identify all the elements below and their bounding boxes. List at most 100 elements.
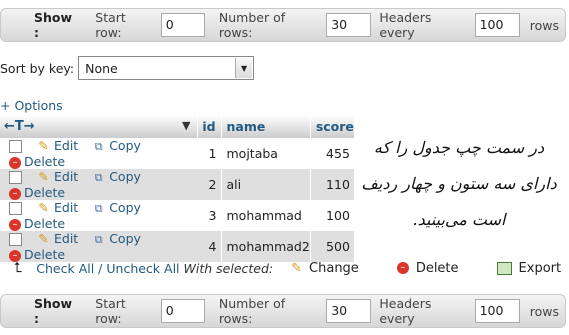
cell-score: 455 [310, 138, 355, 169]
row-actions: ✎ Edit ⧉ Copy – Delete [0, 200, 197, 231]
table-row: ✎ Edit ⧉ Copy – Delete 3 mohammad 100 [0, 200, 355, 231]
rows-suffix-label: rows [529, 303, 560, 319]
pencil-icon: ✎ [38, 200, 49, 215]
pencil-icon: ✎ [38, 169, 49, 184]
export-label: Export [518, 260, 562, 276]
check-all-link[interactable]: Check All [36, 261, 94, 276]
persian-annotation: در سمت چپ جدول را که دارای سه ستون و چها… [353, 130, 565, 238]
edit-link[interactable]: ✎ Edit [36, 169, 78, 184]
cell-name: mojtaba [221, 138, 311, 169]
table-row: ✎ Edit ⧉ Copy – Delete 1 mojtaba 455 [0, 138, 355, 169]
start-row-input[interactable]: 0 [160, 13, 205, 37]
row-checkbox[interactable] [9, 202, 22, 215]
annotation-line-1: در سمت چپ جدول را که [373, 138, 545, 157]
annotation-line-3: است می‌بینید. [412, 210, 506, 229]
cell-id: 3 [197, 200, 222, 231]
copy-link[interactable]: ⧉ Copy [91, 169, 141, 184]
headers-every-input[interactable]: 100 [474, 13, 520, 37]
column-arrows-header: ←T→ ▼ [0, 115, 198, 138]
copy-icon: ⧉ [94, 171, 103, 184]
cell-score: 110 [310, 169, 355, 200]
change-label: Change [309, 260, 359, 276]
rows-label: Number of rows: [218, 296, 286, 326]
rows-label: Number of rows: [218, 10, 286, 40]
cell-score: 100 [310, 200, 355, 231]
annotation-line-2: دارای سه ستون و چهار ردیف [361, 174, 557, 193]
cell-name: mohammad2 [221, 231, 311, 262]
copy-link[interactable]: ⧉ Copy [91, 138, 141, 153]
cell-score: 500 [310, 231, 355, 262]
copy-label: Copy [109, 138, 141, 153]
copy-icon: ⧉ [94, 202, 103, 215]
copy-label: Copy [109, 169, 141, 184]
edit-label: Edit [53, 200, 79, 215]
headers-every-label: Headers every [379, 10, 432, 40]
delete-link[interactable]: – Delete [9, 216, 65, 231]
copy-link[interactable]: ⧉ Copy [91, 200, 141, 215]
pencil-icon: ✎ [38, 231, 49, 246]
delete-icon: – [9, 187, 21, 200]
table-row: ✎ Edit ⧉ Copy – Delete 2 ali 110 [0, 169, 355, 200]
export-button[interactable]: Export [496, 260, 562, 276]
delete-label: Delete [24, 185, 66, 200]
cell-name: mohammad [221, 200, 311, 231]
row-checkbox[interactable] [9, 171, 22, 184]
edit-link[interactable]: ✎ Edit [36, 200, 78, 215]
with-selected-label: With selected: [183, 260, 274, 276]
show-label: Show : [34, 10, 73, 40]
sort-by-key-select[interactable]: None ▼ [78, 56, 255, 80]
copy-label: Copy [109, 231, 141, 246]
edit-label: Edit [53, 231, 79, 246]
delete-label: Delete [24, 154, 66, 169]
row-actions: ✎ Edit ⧉ Copy – Delete [0, 231, 197, 262]
edit-link[interactable]: ✎ Edit [36, 231, 78, 246]
copy-icon: ⧉ [94, 140, 103, 153]
header-score[interactable]: score [310, 115, 355, 138]
row-actions: ✎ Edit ⧉ Copy – Delete [0, 169, 197, 200]
change-button[interactable]: ✎ Change [291, 261, 359, 276]
sort-by-key-label: Sort by key: [0, 60, 75, 76]
bulk-delete-label: Delete [415, 260, 459, 276]
show-label: Show : [34, 296, 73, 326]
sort-by-key-row: Sort by key: None ▼ [0, 56, 255, 80]
bulk-delete-button[interactable]: – Delete [396, 260, 459, 276]
rows-suffix-label: rows [529, 17, 560, 33]
edit-label: Edit [53, 138, 79, 153]
headers-every-input[interactable]: 100 [474, 299, 520, 323]
header-dropdown-icon[interactable]: ▼ [182, 119, 190, 132]
header-id[interactable]: id [197, 115, 222, 138]
headers-every-label: Headers every [379, 296, 432, 326]
number-of-rows-input[interactable]: 30 [326, 299, 372, 323]
edit-link[interactable]: ✎ Edit [36, 138, 78, 153]
delete-link[interactable]: – Delete [9, 185, 65, 200]
copy-label: Copy [109, 200, 141, 215]
delete-label: Delete [24, 216, 66, 231]
edit-label: Edit [53, 169, 79, 184]
pencil-icon: ✎ [38, 138, 49, 153]
delete-link[interactable]: – Delete [9, 154, 65, 169]
row-checkbox[interactable] [9, 140, 22, 153]
table-header-row: ←T→ ▼ id name score [0, 115, 355, 138]
dropdown-arrow-icon[interactable]: ▼ [235, 58, 253, 78]
sort-by-key-value: None [85, 60, 118, 76]
header-name[interactable]: name [221, 115, 311, 138]
bottom-navigation-bar: Show : Start row: 0 Number of rows: 30 H… [0, 294, 566, 328]
copy-link[interactable]: ⧉ Copy [91, 231, 141, 246]
delete-icon: – [9, 156, 21, 169]
number-of-rows-input[interactable]: 30 [326, 13, 372, 37]
delete-icon: – [396, 262, 409, 274]
check-separator: / [94, 260, 107, 276]
options-link[interactable]: + Options [0, 98, 63, 113]
cell-id: 4 [197, 231, 222, 262]
start-row-input[interactable]: 0 [160, 299, 205, 323]
row-checkbox[interactable] [9, 233, 22, 246]
cell-id: 1 [197, 138, 222, 169]
cell-id: 2 [197, 169, 222, 200]
copy-icon: ⧉ [94, 233, 103, 246]
corner-arrow-icon: ⮤ [14, 260, 23, 276]
cell-name: ali [221, 169, 311, 200]
row-actions: ✎ Edit ⧉ Copy – Delete [0, 138, 197, 169]
uncheck-all-link[interactable]: Uncheck All [106, 261, 179, 276]
pencil-icon: ✎ [291, 260, 303, 276]
column-arrows-icon[interactable]: ←T→ [4, 119, 35, 134]
